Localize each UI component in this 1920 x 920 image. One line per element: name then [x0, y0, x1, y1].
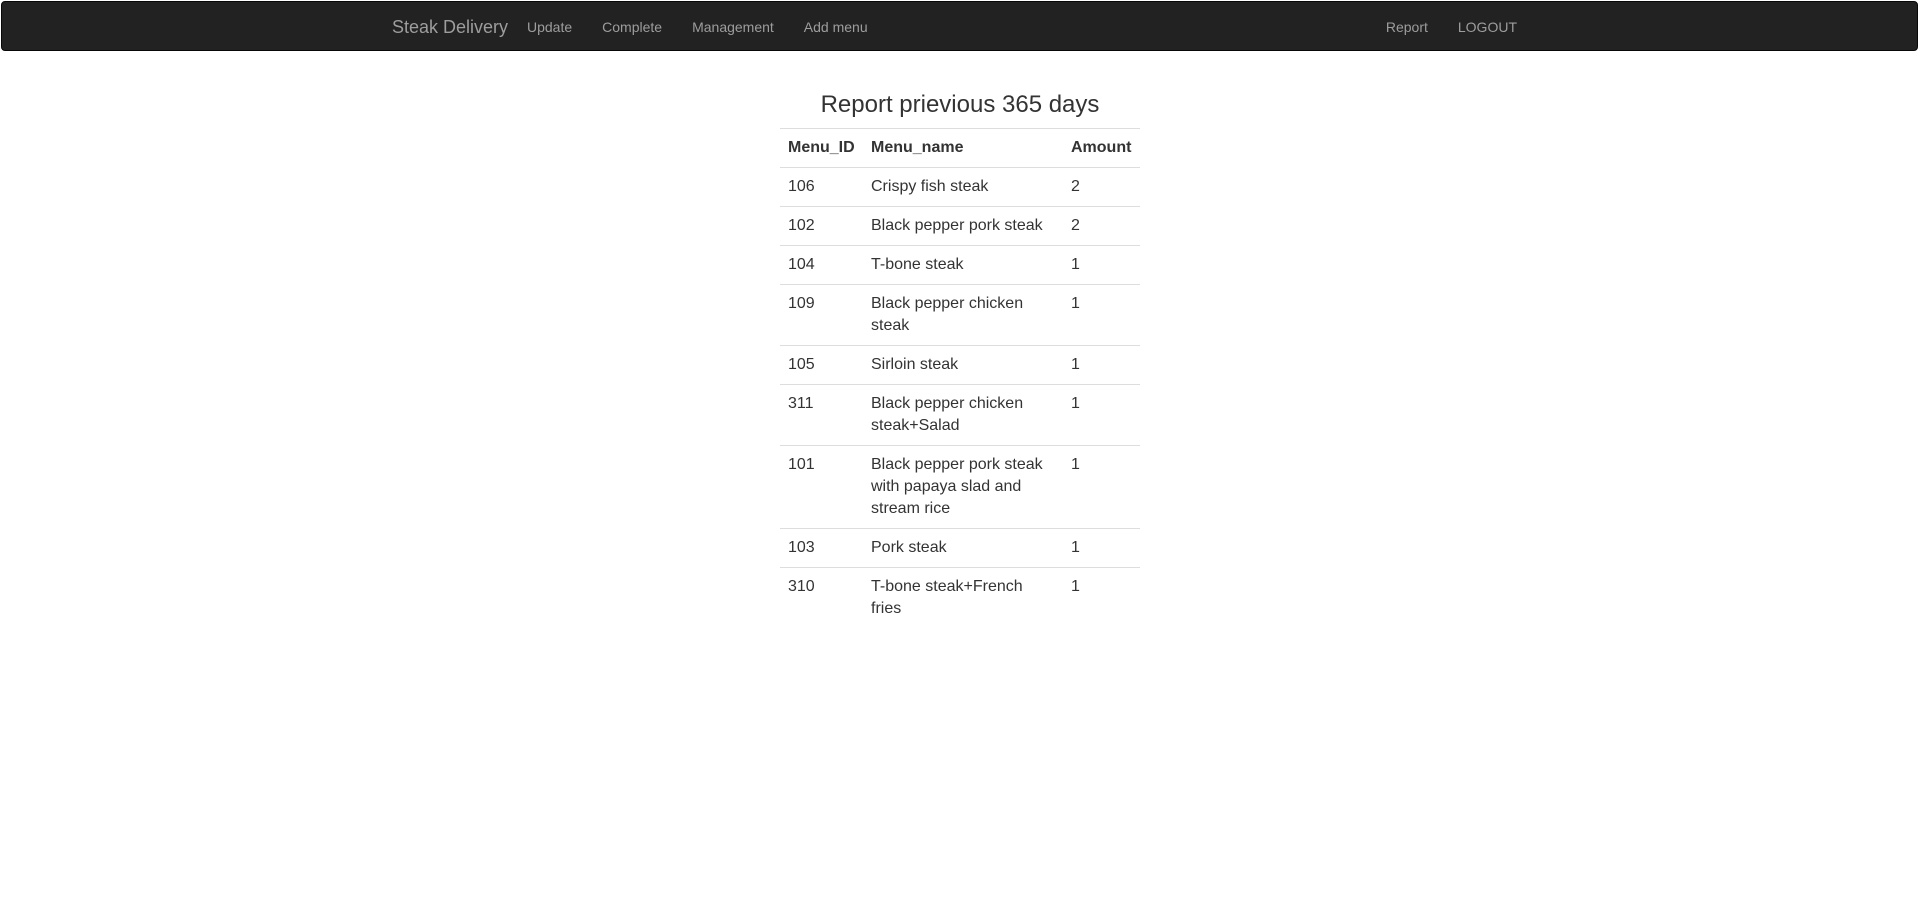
- cell-menu-name: Crispy fish steak: [863, 167, 1063, 207]
- cell-amount: 1: [1063, 567, 1140, 628]
- table-row: 105 Sirloin steak 1: [780, 345, 1140, 385]
- table-row: 103 Pork steak 1: [780, 528, 1140, 568]
- top-navbar: Steak Delivery Update Complete Managemen…: [1, 1, 1918, 51]
- table-row: 101 Black pepper pork steak with papaya …: [780, 445, 1140, 529]
- cell-menu-id: 101: [780, 445, 863, 529]
- cell-menu-name: Black pepper pork steak with papaya slad…: [863, 445, 1063, 529]
- cell-amount: 1: [1063, 384, 1140, 446]
- cell-amount: 1: [1063, 445, 1140, 529]
- cell-amount: 1: [1063, 345, 1140, 385]
- cell-menu-id: 102: [780, 206, 863, 246]
- cell-amount: 1: [1063, 528, 1140, 568]
- header-row: Menu_ID Menu_name Amount: [780, 128, 1140, 168]
- table-row: 104 T-bone steak 1: [780, 245, 1140, 285]
- cell-menu-id: 310: [780, 567, 863, 628]
- nav-link-update[interactable]: Update: [512, 2, 587, 52]
- table-body: 106 Crispy fish steak 2 102 Black pepper…: [780, 167, 1140, 628]
- cell-menu-id: 103: [780, 528, 863, 568]
- nav-left-menu: Update Complete Management Add menu: [512, 2, 883, 52]
- cell-menu-id: 105: [780, 345, 863, 385]
- nav-link-complete[interactable]: Complete: [587, 2, 677, 52]
- brand-link[interactable]: Steak Delivery: [392, 2, 508, 52]
- cell-menu-name: Black pepper chicken steak+Salad: [863, 384, 1063, 446]
- report-section: Report prievious 365 days Menu_ID Menu_n…: [780, 90, 1140, 628]
- cell-menu-name: Black pepper chicken steak: [863, 284, 1063, 346]
- nav-right-menu: Report LOGOUT: [1371, 2, 1532, 52]
- table-row: 106 Crispy fish steak 2: [780, 167, 1140, 207]
- cell-menu-name: Pork steak: [863, 528, 1063, 568]
- cell-amount: 1: [1063, 245, 1140, 285]
- table-row: 310 T-bone steak+French fries 1: [780, 567, 1140, 628]
- page-title: Report prievious 365 days: [820, 91, 1100, 118]
- table-row: 311 Black pepper chicken steak+Salad 1: [780, 384, 1140, 446]
- cell-amount: 2: [1063, 206, 1140, 246]
- cell-menu-name: Sirloin steak: [863, 345, 1063, 385]
- cell-menu-name: Black pepper pork steak: [863, 206, 1063, 246]
- table-row: 109 Black pepper chicken steak 1: [780, 284, 1140, 346]
- nav-link-report[interactable]: Report: [1371, 2, 1443, 52]
- table-header: Menu_ID Menu_name Amount: [780, 128, 1140, 168]
- table-row: 102 Black pepper pork steak 2: [780, 206, 1140, 246]
- column-header-menu-name: Menu_name: [863, 128, 1063, 168]
- column-header-menu-id: Menu_ID: [780, 128, 863, 168]
- cell-amount: 1: [1063, 284, 1140, 346]
- cell-menu-id: 104: [780, 245, 863, 285]
- nav-link-logout[interactable]: LOGOUT: [1443, 2, 1532, 52]
- cell-menu-name: T-bone steak+French fries: [863, 567, 1063, 628]
- cell-menu-id: 106: [780, 167, 863, 207]
- nav-link-add-menu[interactable]: Add menu: [789, 2, 883, 52]
- cell-menu-name: T-bone steak: [863, 245, 1063, 285]
- column-header-amount: Amount: [1063, 128, 1140, 168]
- cell-menu-id: 109: [780, 284, 863, 346]
- cell-amount: 2: [1063, 167, 1140, 207]
- navbar-container: Steak Delivery Update Complete Managemen…: [377, 2, 1547, 52]
- report-table: Menu_ID Menu_name Amount 106 Crispy fish…: [780, 128, 1140, 628]
- nav-link-management[interactable]: Management: [677, 2, 789, 52]
- cell-menu-id: 311: [780, 384, 863, 446]
